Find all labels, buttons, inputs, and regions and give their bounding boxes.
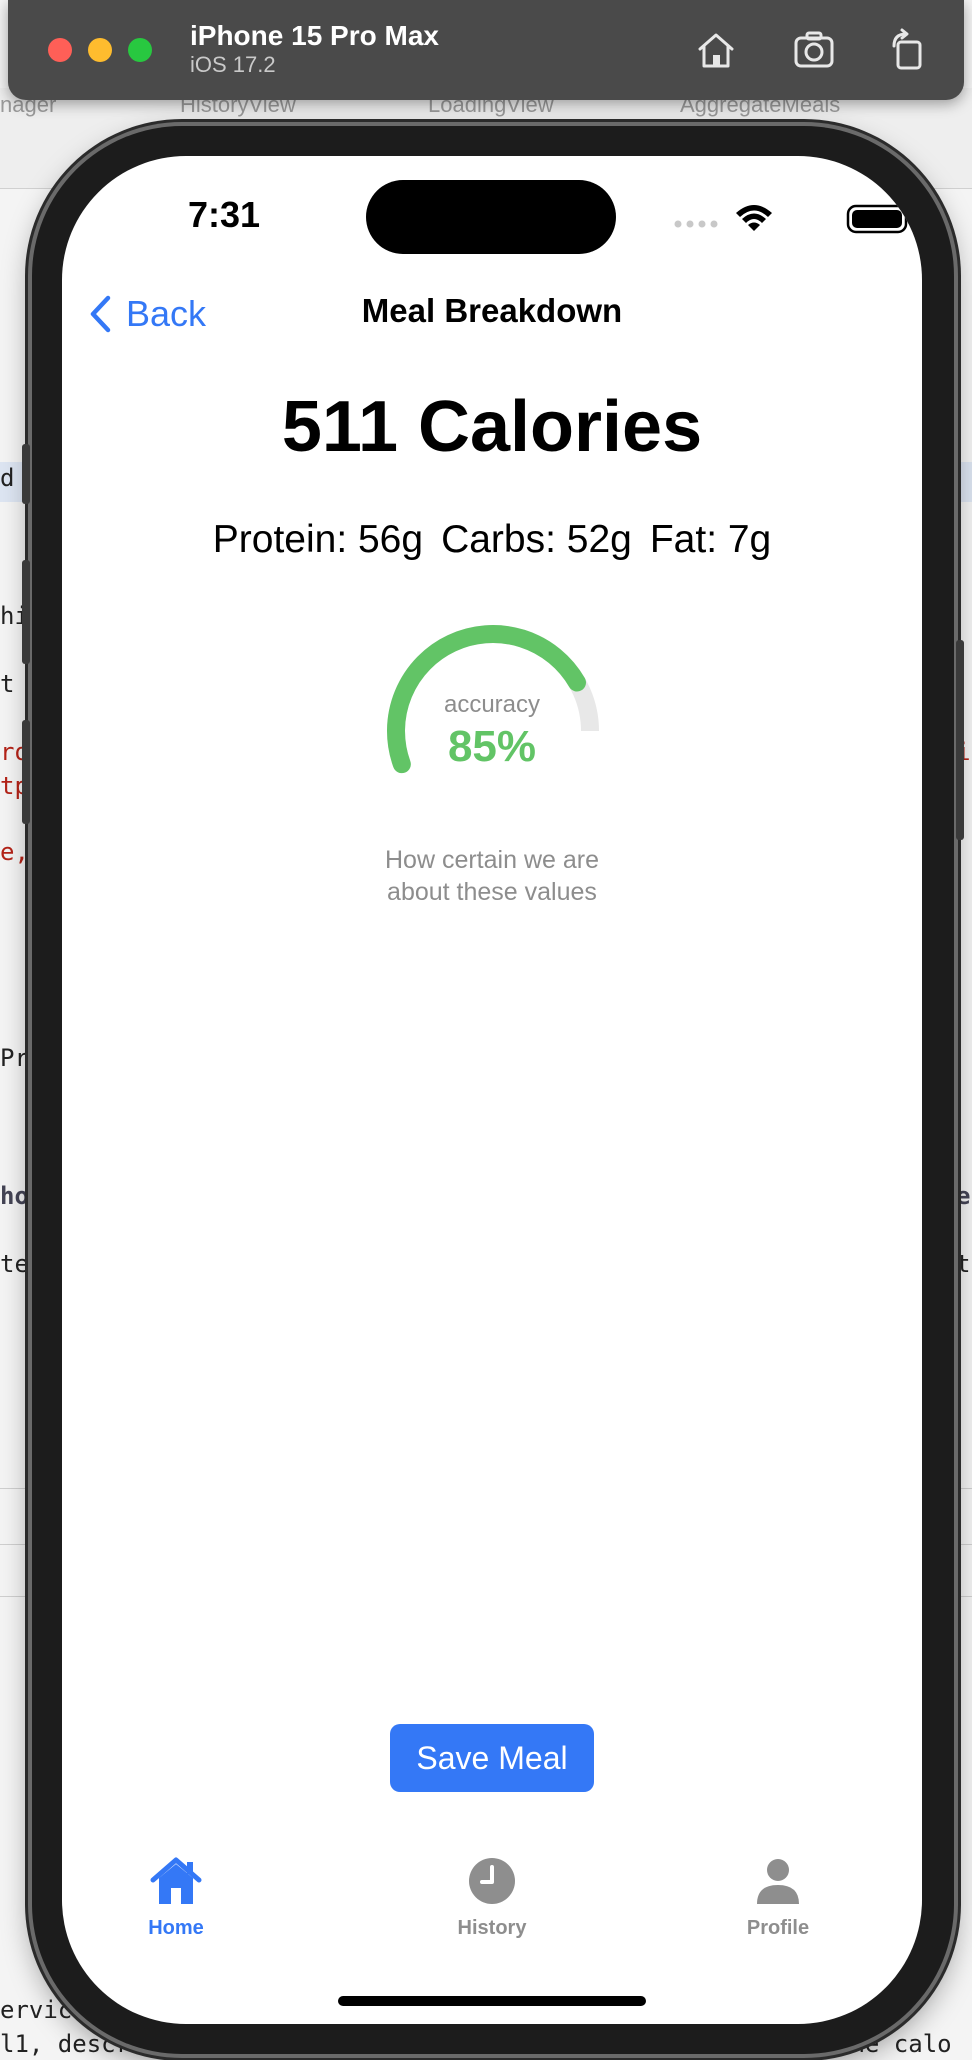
fat-value: Fat: 7g <box>649 518 772 561</box>
rotate-icon[interactable] <box>884 26 932 74</box>
macro-summary: Protein: 56g Carbs: 52g Fat: 7g <box>62 518 922 562</box>
action-button <box>22 444 30 504</box>
zoom-window-button[interactable] <box>128 38 152 62</box>
code-fragment: t <box>0 670 15 698</box>
tab-profile-label: Profile <box>746 1917 810 1939</box>
tab-home-label: Home <box>148 1917 204 1939</box>
minimize-window-button[interactable] <box>88 38 112 62</box>
protein-value: Protein: 56g <box>212 518 424 561</box>
person-icon <box>757 1859 799 1904</box>
code-fragment: d <box>0 464 15 492</box>
simulator-device-name: iPhone 15 Pro Max <box>190 20 439 51</box>
volume-up-button <box>22 560 30 664</box>
status-indicators <box>674 204 910 234</box>
power-button <box>956 640 964 840</box>
clock-icon <box>469 1858 515 1904</box>
house-icon <box>150 1857 202 1904</box>
save-meal-button[interactable]: Save Meal <box>390 1724 594 1792</box>
page-title: Meal Breakdown <box>361 292 623 329</box>
home-indicator <box>338 1996 646 2006</box>
dynamic-island <box>366 180 616 254</box>
accuracy-label: accuracy <box>443 691 541 718</box>
tab-profile[interactable]: Profile <box>688 1856 868 1966</box>
tab-history[interactable]: History <box>402 1856 582 1966</box>
status-time: 7:31 <box>188 194 261 235</box>
home-icon[interactable] <box>692 26 740 74</box>
code-fragment: e, <box>0 838 29 866</box>
screenshot-icon[interactable] <box>790 26 838 74</box>
code-fragment: e <box>956 1182 971 1210</box>
iphone-screen: 7:31 Back Meal Breakdown 511 Calories Pr… <box>62 156 922 2024</box>
cellular-signal-icon <box>674 220 718 228</box>
accuracy-caption: How certain we are about these values <box>385 846 599 906</box>
tab-history-label: History <box>457 1917 527 1939</box>
simulator-titlebar: iPhone 15 Pro Max iOS 17.2 <box>8 0 964 100</box>
tab-home[interactable]: Home <box>86 1856 266 1966</box>
simulator-os-version: iOS 17.2 <box>190 52 276 77</box>
wifi-icon <box>736 205 772 231</box>
carbs-value: Carbs: 52g <box>441 518 632 561</box>
close-window-button[interactable] <box>48 38 72 62</box>
tab-bar: Home History Profile <box>62 1856 922 1976</box>
battery-icon <box>846 204 910 234</box>
accuracy-value: 85% <box>447 722 537 771</box>
volume-down-button <box>22 720 30 824</box>
calorie-total: 511 Calories <box>281 387 703 467</box>
code-fragment: t <box>956 1250 971 1278</box>
